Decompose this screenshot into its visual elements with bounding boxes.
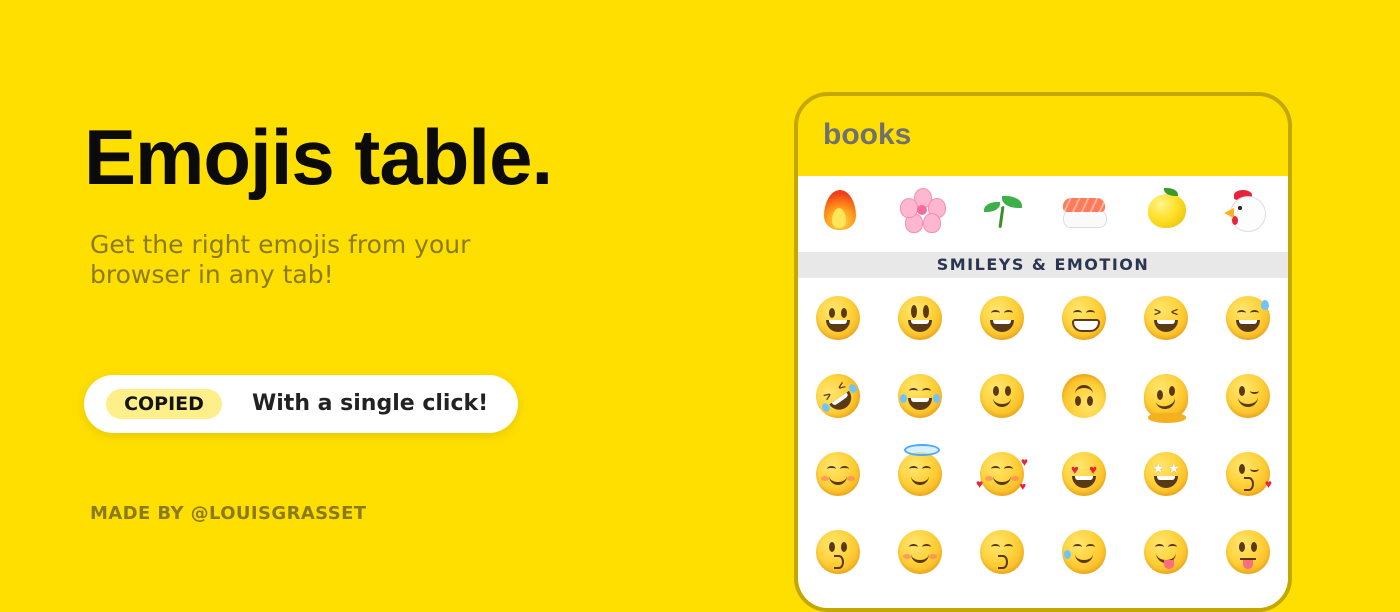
author-credit: MADE BY @LOUISGRASSET (90, 503, 367, 524)
emoji-grid-row: ♥ ♥ ♥ ♥ ♥ ★ ★ ♥ (798, 444, 1288, 514)
face-blowing-kiss-icon[interactable]: ♥ (1226, 452, 1272, 496)
upside-down-face-icon[interactable] (1062, 374, 1106, 418)
sushi-icon[interactable] (1060, 186, 1110, 234)
page-title: Emojis table. (84, 113, 553, 201)
star-struck-face-icon[interactable]: ★ ★ (1144, 452, 1188, 496)
emoji-grid-row: > < (798, 365, 1288, 436)
face-tears-of-joy-icon[interactable] (898, 374, 942, 418)
emoji-grid-row: > < (798, 288, 1288, 358)
subtitle: Get the right emojis from your browser i… (90, 230, 471, 289)
kissing-face-closed-eyes-icon[interactable] (980, 530, 1024, 574)
face-with-tongue-icon[interactable] (1226, 530, 1270, 574)
rooster-icon[interactable] (1224, 186, 1272, 234)
phone-mockup: books SMILEYS & EMOTION > < > < ♥ ♥ ♥ ♥ … (794, 92, 1292, 612)
grinning-face-big-eyes-icon[interactable] (898, 296, 942, 340)
smiling-face-smiling-eyes-icon[interactable] (816, 452, 860, 496)
hero-section: Emojis table. Get the right emojis from … (0, 0, 760, 560)
search-header: books (798, 96, 1288, 176)
search-results-row (798, 176, 1288, 246)
smiling-face-hearts-icon[interactable]: ♥ ♥ ♥ (976, 452, 1028, 496)
emoji-panel: SMILEYS & EMOTION > < > < ♥ ♥ ♥ ♥ ♥ ★ ★ … (798, 176, 1288, 608)
melting-face-icon[interactable] (1144, 374, 1188, 423)
grinning-squinting-face-icon[interactable]: > < (1144, 296, 1188, 340)
grinning-face-smiling-eyes-icon[interactable] (980, 296, 1024, 340)
emoji-grid-row (798, 522, 1288, 592)
copied-badge: COPIED (106, 389, 222, 419)
smiling-face-tear-icon[interactable] (1062, 530, 1106, 574)
smiling-face-halo-icon[interactable] (898, 444, 942, 496)
rolling-on-floor-laughing-icon[interactable]: > < (807, 365, 869, 427)
seedling-icon[interactable] (980, 186, 1028, 234)
kissing-face-icon[interactable] (816, 530, 860, 574)
category-header: SMILEYS & EMOTION (798, 252, 1288, 278)
copied-pill: COPIED With a single click! (84, 375, 518, 433)
smiling-face-icon[interactable] (898, 530, 942, 574)
fire-icon[interactable] (820, 186, 860, 234)
heart-eyes-face-icon[interactable]: ♥ ♥ (1062, 452, 1106, 496)
grinning-face-icon[interactable] (816, 296, 860, 340)
winking-face-icon[interactable] (1226, 374, 1270, 418)
search-input[interactable]: books (823, 118, 911, 152)
cherry-blossom-icon[interactable] (898, 186, 946, 234)
slightly-smiling-face-icon[interactable] (980, 374, 1024, 418)
beaming-face-icon[interactable] (1062, 296, 1106, 340)
grinning-face-sweat-icon[interactable] (1226, 296, 1270, 340)
lemon-icon[interactable] (1144, 186, 1192, 234)
face-savoring-food-icon[interactable] (1144, 530, 1188, 574)
copied-caption: With a single click! (252, 391, 489, 416)
